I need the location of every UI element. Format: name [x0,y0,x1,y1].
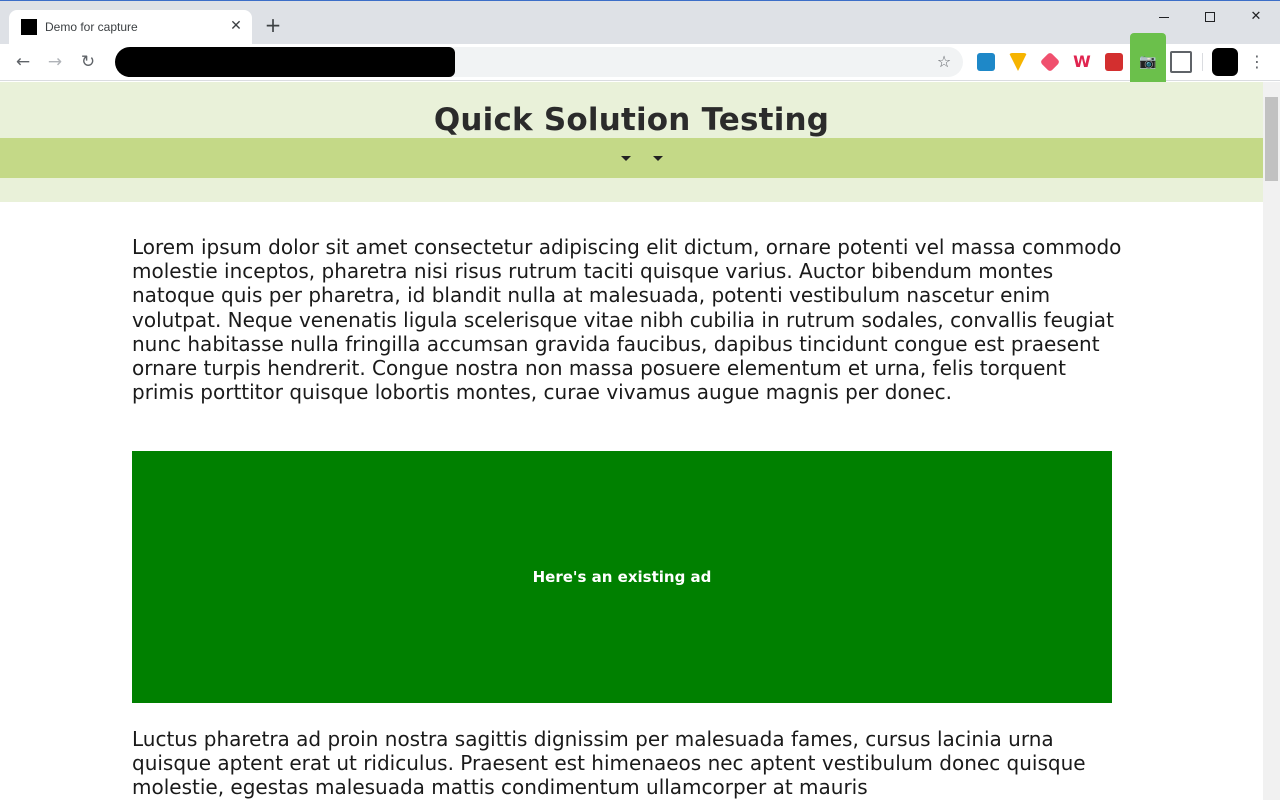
bookmark-star-icon[interactable]: ☆ [933,51,955,73]
maximize-icon [1205,12,1215,22]
extension-shield-icon[interactable] [1009,53,1027,71]
dropdown-caret-icon[interactable] [621,156,631,161]
nav-band [0,138,1263,178]
address-bar[interactable]: ☆ [115,47,963,77]
page-viewport: Quick Solution Testing Lorem ipsum dolor… [0,82,1263,800]
body-paragraph-2: Luctus pharetra ad proin nostra sagittis… [132,727,1086,800]
browser-toolbar: ← → ↻ ☆ W 📷 ⋮ [0,33,1280,95]
back-button[interactable]: ← [12,51,34,73]
minimize-icon [1159,17,1169,18]
maximize-button[interactable] [1195,6,1225,28]
ad-label: Here's an existing ad [532,568,712,586]
page-title: Quick Solution Testing [433,102,830,138]
body-paragraph-1: Lorem ipsum dolor sit amet consectetur a… [132,235,1122,405]
favicon-icon [21,19,37,35]
redacted-url [115,47,455,77]
extension-w-icon[interactable]: W [1073,53,1091,71]
extension-blue-icon[interactable] [977,53,995,71]
extension-red-icon[interactable] [1105,53,1123,71]
tab-strip: Demo for capture ✕ + ✕ [0,0,1280,45]
ad-block[interactable]: Here's an existing ad [132,451,1112,703]
forward-button[interactable]: → [44,51,66,73]
toolbar-divider [1202,53,1203,71]
extension-pink-icon[interactable] [1039,51,1061,73]
close-tab-icon[interactable]: ✕ [227,17,245,35]
tab-title: Demo for capture [45,20,138,34]
window-close-button[interactable]: ✕ [1241,6,1271,28]
menu-icon[interactable]: ⋮ [1248,51,1266,73]
minimize-button[interactable] [1149,6,1179,28]
new-tab-button[interactable]: + [262,14,284,36]
page-scrollbar[interactable] [1263,82,1280,800]
site-header: Quick Solution Testing [0,82,1263,202]
browser-tab[interactable]: Demo for capture ✕ [9,10,252,45]
camera-icon: 📷 [1139,54,1157,70]
reload-button[interactable]: ↻ [77,51,99,73]
dropdown-caret-icon[interactable] [653,156,663,161]
profile-avatar[interactable] [1212,48,1238,76]
screen-capture-icon[interactable] [1170,51,1192,73]
scrollbar-thumb[interactable] [1265,97,1278,181]
